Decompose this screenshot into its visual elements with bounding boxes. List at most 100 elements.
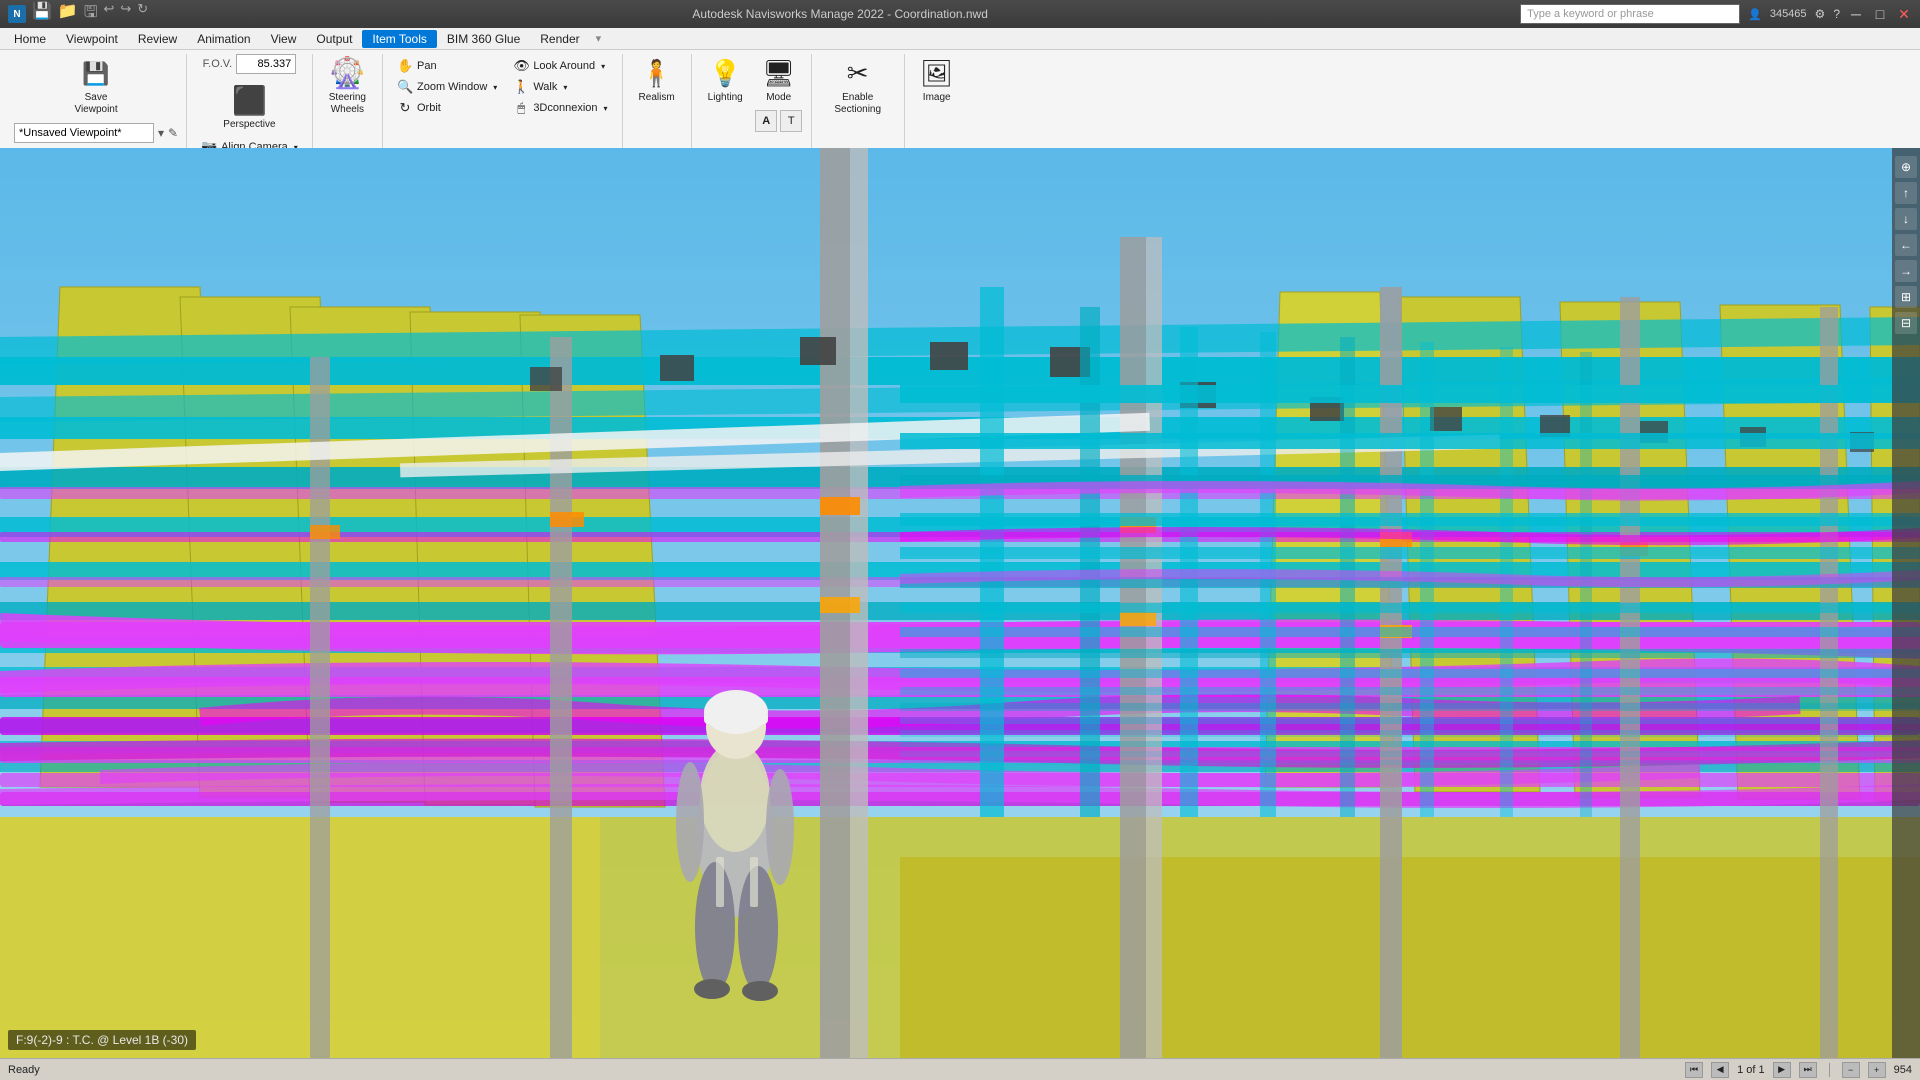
zoom-in-btn[interactable]: + <box>1868 1062 1886 1078</box>
rt-btn-2[interactable]: ↑ <box>1895 182 1917 204</box>
save-icon[interactable]: 🖫 <box>84 1 98 28</box>
viewpoint-edit-icon[interactable]: ✎ <box>168 126 178 140</box>
menu-viewpoint[interactable]: Viewpoint <box>56 30 128 48</box>
perspective-label: Perspective <box>223 119 275 131</box>
status-divider <box>1829 1063 1830 1077</box>
rt-btn-6[interactable]: ⊞ <box>1895 286 1917 308</box>
viewpoint-dropdown-arrow[interactable]: ▾ <box>158 126 164 140</box>
settings-icon[interactable]: ⚙ <box>1815 7 1826 21</box>
user-icon: 👤 <box>1748 8 1762 21</box>
zoom-window-label: Zoom Window <box>417 81 487 93</box>
coord-text: F:9(-2)-9 : T.C. @ Level 1B (-30) <box>16 1033 188 1047</box>
perspective-icon: ⬛ <box>233 85 265 117</box>
close-button[interactable]: ✕ <box>1896 6 1912 22</box>
nav-next-btn[interactable]: ▶ <box>1773 1062 1791 1078</box>
realism-label: Realism <box>639 92 675 104</box>
nav-prev-btn[interactable]: ◀ <box>1711 1062 1729 1078</box>
status-right: ⏮ ◀ 1 of 1 ▶ ⏭ − + 954 <box>1685 1062 1912 1078</box>
render-style-t-btn[interactable]: T <box>780 110 802 132</box>
refresh-icon[interactable]: ↻ <box>137 1 148 28</box>
zoom-out-btn[interactable]: − <box>1842 1062 1860 1078</box>
perspective-button[interactable]: ⬛ Perspective <box>215 81 283 135</box>
main-area: F:9(-2)-9 : T.C. @ Level 1B (-30) ⊕ ↑ ↓ … <box>0 148 1920 1058</box>
save-viewpoint-label: Save Viewpoint <box>66 92 126 116</box>
nav-first-btn[interactable]: ⏮ <box>1685 1062 1703 1078</box>
look-around-button[interactable]: 👁 Look Around ▾ <box>507 56 613 76</box>
navigate-col2: 👁 Look Around ▾ 🚶 Walk ▾ 🖱 3Dconnexion ▾ <box>507 54 613 118</box>
page-info: 1 of 1 <box>1737 1064 1765 1076</box>
navigate-col1: ✋ Pan 🔍 Zoom Window ▾ ↻ Orbit <box>391 54 503 118</box>
help-icon[interactable]: ? <box>1833 7 1840 21</box>
restore-button[interactable]: □ <box>1872 6 1888 22</box>
orbit-label: Orbit <box>417 102 441 114</box>
lighting-label: Lighting <box>708 92 743 104</box>
status-text: Ready <box>8 1064 1669 1076</box>
connexion-icon: 🖱 <box>513 100 529 116</box>
zoom-window-button[interactable]: 🔍 Zoom Window ▾ <box>391 77 503 97</box>
quick-access-icon[interactable]: 💾 <box>32 1 52 28</box>
viewpoint-row: ▾ ✎ <box>14 123 178 143</box>
connexion-button[interactable]: 🖱 3Dconnexion ▾ <box>507 98 613 118</box>
user-id: 345465 <box>1770 8 1807 20</box>
search-box[interactable]: Type a keyword or phrase <box>1520 4 1740 24</box>
nav-last-btn[interactable]: ⏭ <box>1799 1062 1817 1078</box>
minimize-button[interactable]: ─ <box>1848 6 1864 22</box>
fov-input[interactable] <box>236 54 296 74</box>
save-viewpoint-icon: 💾 <box>80 58 112 90</box>
render-style-a-btn[interactable]: A <box>755 110 777 132</box>
enable-sectioning-button[interactable]: ✂ Enable Sectioning <box>820 54 896 120</box>
app-title: Autodesk Navisworks Manage 2022 - Coordi… <box>160 7 1520 21</box>
connexion-dd-arrow[interactable]: ▾ <box>604 104 608 113</box>
rt-btn-7[interactable]: ⊟ <box>1895 312 1917 334</box>
connexion-label: 3Dconnexion <box>533 102 597 114</box>
rt-btn-1[interactable]: ⊕ <box>1895 156 1917 178</box>
walk-button[interactable]: 🚶 Walk ▾ <box>507 77 613 97</box>
statusbar: Ready ⏮ ◀ 1 of 1 ▶ ⏭ − + 954 <box>0 1058 1920 1080</box>
orbit-button[interactable]: ↻ Orbit <box>391 98 503 118</box>
lighting-icon: 💡 <box>709 58 741 90</box>
coordinate-overlay: F:9(-2)-9 : T.C. @ Level 1B (-30) <box>8 1030 196 1050</box>
app-icon: N <box>8 5 26 23</box>
fov-label: F.O.V. <box>203 58 233 70</box>
scene-svg <box>0 148 1920 1058</box>
menu-output[interactable]: Output <box>306 30 362 48</box>
image-label: Image <box>923 92 951 104</box>
undo-icon[interactable]: ↩ <box>103 1 114 28</box>
lighting-button[interactable]: 💡 Lighting <box>700 54 751 108</box>
rt-btn-3[interactable]: ↓ <box>1895 208 1917 230</box>
viewport[interactable]: F:9(-2)-9 : T.C. @ Level 1B (-30) ⊕ ↑ ↓ … <box>0 148 1920 1058</box>
orbit-icon: ↻ <box>397 100 413 116</box>
rt-btn-5[interactable]: → <box>1895 260 1917 282</box>
menubar: Home Viewpoint Review Animation View Out… <box>0 28 1920 50</box>
menu-bim360[interactable]: BIM 360 Glue <box>437 30 530 48</box>
menu-review[interactable]: Review <box>128 30 187 48</box>
zoom-window-icon: 🔍 <box>397 79 413 95</box>
add-tab-icon[interactable]: ▾ <box>596 32 602 45</box>
realism-button[interactable]: 🧍 Realism <box>631 54 683 108</box>
menu-render[interactable]: Render <box>530 30 589 48</box>
steering-wheels-label: SteeringWheels <box>329 92 366 116</box>
mode-extra-btns: A T <box>755 110 802 132</box>
steering-wheels-button[interactable]: 🎡 SteeringWheels <box>321 54 374 120</box>
mode-button[interactable]: 🖥 Mode <box>755 54 803 108</box>
status-label: Ready <box>8 1064 40 1076</box>
pan-button[interactable]: ✋ Pan <box>391 56 503 76</box>
menu-view[interactable]: View <box>261 30 307 48</box>
enable-sectioning-label: Enable Sectioning <box>828 92 888 116</box>
save-viewpoint-button[interactable]: 💾 Save Viewpoint <box>14 54 178 120</box>
pan-label: Pan <box>417 60 437 72</box>
menu-home[interactable]: Home <box>4 30 56 48</box>
walk-dd-arrow[interactable]: ▾ <box>563 83 567 92</box>
zoom-dd-arrow[interactable]: ▾ <box>493 83 497 92</box>
menu-animation[interactable]: Animation <box>187 30 260 48</box>
menu-item-tools[interactable]: Item Tools <box>362 30 436 48</box>
realism-icon: 🧍 <box>641 58 673 90</box>
viewpoint-dropdown[interactable] <box>14 123 154 143</box>
steering-wheels-icon: 🎡 <box>331 58 363 90</box>
image-icon: 🖼 <box>921 58 953 90</box>
image-button[interactable]: 🖼 Image <box>913 54 961 108</box>
redo-icon[interactable]: ↪ <box>120 1 131 28</box>
rt-btn-4[interactable]: ← <box>1895 234 1917 256</box>
look-around-dd-arrow[interactable]: ▾ <box>601 62 605 71</box>
open-icon[interactable]: 📁 <box>58 1 78 28</box>
